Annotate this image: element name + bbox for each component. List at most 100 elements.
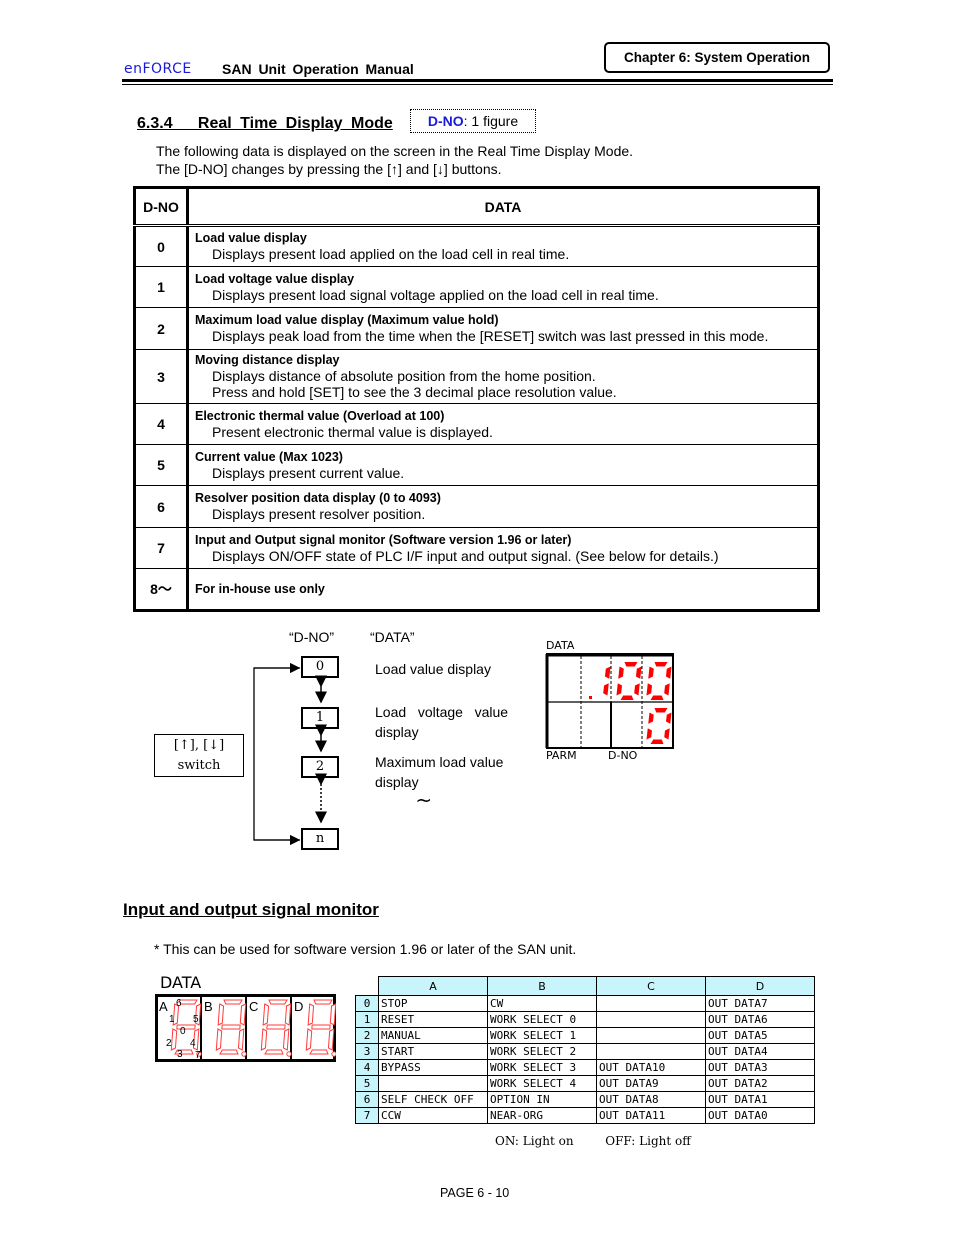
data-cell: Maximum load value display (Maximum valu… — [187, 307, 819, 350]
io-row: 7 CCW NEAR-ORG OUT DATA11 OUT DATA0 — [355, 1107, 815, 1124]
io-bit-number: 1 — [355, 1011, 379, 1028]
io-led-panel: A B C D 61 502 43 7 — [155, 994, 336, 1062]
table-row: 1 Load voltage value display Displays pres… — [134, 266, 819, 308]
segment-g — [266, 1024, 286, 1030]
header-rule — [122, 79, 833, 82]
data-cell: Resolver position data display (0 to 409… — [187, 485, 819, 528]
io-row: 5 WORK SELECT 4 OUT DATA9 OUT DATA2 — [355, 1075, 815, 1092]
io-col-d: D — [705, 976, 815, 996]
table-header-row: D-NO DATA — [134, 187, 819, 227]
segment-a — [313, 999, 333, 1005]
dno-cell: 8〜 — [134, 568, 189, 611]
dno-cell: 0 — [134, 225, 189, 267]
data-cell: Input and Output signal monitor (Softwar… — [187, 527, 819, 569]
io-signal-cell: CW — [487, 995, 597, 1012]
io-signal-cell: START — [378, 1043, 488, 1060]
dno-cell: 4 — [134, 403, 189, 445]
io-signal-cell: WORK SELECT 2 — [487, 1043, 597, 1060]
io-signal-cell: OUT DATA5 — [705, 1027, 815, 1044]
io-signal-cell: BYPASS — [378, 1059, 488, 1076]
dno-cell: 3 — [134, 349, 189, 404]
io-digit-letter: B — [204, 999, 213, 1014]
io-signal-cell: OUT DATA2 — [705, 1075, 815, 1092]
flow-label-0: Load value display — [375, 661, 491, 677]
dno-box-1: 1 — [301, 707, 339, 729]
table-row: 3 Moving distance display Displays distanc… — [134, 349, 819, 404]
dno-box-n: n — [301, 828, 339, 850]
continuation-mark: ≀ — [412, 796, 435, 805]
io-signal-cell: OUT DATA10 — [596, 1059, 706, 1076]
segment-number-label: 2 — [166, 1038, 172, 1049]
dno-figure-badge: D-NO: 1 figure — [410, 109, 536, 133]
io-dot — [331, 1051, 336, 1057]
io-row: 6 SELF CHECK OFF OPTION IN OUT DATA8 OUT DAT… — [355, 1091, 815, 1108]
data-title: Load voltage value display — [195, 271, 355, 286]
led-bottom-left-label: PARM — [546, 749, 577, 762]
data-title: Resolver position data display (0 to 409… — [195, 491, 441, 505]
data-description: Press and hold [SET] to see the 3 decima… — [212, 384, 617, 400]
segment-number-label: 1 — [169, 1014, 175, 1025]
table-row: 6 Resolver position data display (0 to 40… — [134, 485, 819, 528]
io-corner — [355, 976, 379, 996]
io-bit-number: 4 — [355, 1059, 379, 1076]
data-description: Displays present load signal voltage app… — [212, 286, 659, 303]
io-signal-cell — [596, 1011, 706, 1028]
io-dot — [286, 1051, 292, 1057]
io-col-a: A — [378, 976, 488, 996]
table-row: 7 Input and Output signal monitor (Softwa… — [134, 527, 819, 569]
io-digit-letter: D — [294, 999, 303, 1014]
dno-label: D-NO — [427, 113, 464, 129]
io-legend: ON: Light on OFF: Light off — [495, 1134, 691, 1148]
dno-data-table: D-NO DATA 0 Load value display Displays pr… — [133, 186, 820, 612]
segment-number-label: 7 — [195, 1050, 201, 1061]
chapter-badge: Chapter 6: System Operation — [604, 42, 830, 73]
io-signal-cell — [596, 995, 706, 1012]
data-cell: Load value display Displays present load … — [187, 225, 819, 267]
io-signal-cell: WORK SELECT 4 — [487, 1075, 597, 1092]
io-bit-number: 0 — [355, 995, 379, 1012]
table-row: 8〜 For in-house use only — [134, 568, 819, 611]
io-signal-cell: OUT DATA6 — [705, 1011, 815, 1028]
data-description: Displays present current value. — [212, 464, 405, 481]
io-signal-cell — [596, 1027, 706, 1044]
io-signal-cell: WORK SELECT 1 — [487, 1027, 597, 1044]
switch-label-arrows: [↑], [↓] — [173, 738, 225, 753]
io-signal-cell: OUT DATA3 — [705, 1059, 815, 1076]
segment-a — [223, 999, 243, 1005]
io-col-c: C — [596, 976, 706, 996]
io-digit-letter: A — [159, 999, 168, 1014]
switch-label-text: switch — [177, 758, 221, 773]
io-dot — [241, 1051, 247, 1057]
io-signal-cell: RESET — [378, 1011, 488, 1028]
segment-g — [221, 1024, 241, 1030]
table-row: 5 Current value (Max 1023) Displays presen… — [134, 444, 819, 486]
intro-line-2: The [D-NO] changes by pressing the [↑] a… — [156, 161, 502, 177]
io-signal-cell: WORK SELECT 3 — [487, 1059, 597, 1076]
flow-data-heading: “DATA” — [370, 629, 415, 645]
io-signal-cell — [378, 1075, 488, 1092]
io-bit-number: 5 — [355, 1075, 379, 1092]
flow-label-2: Maximum load value display — [375, 754, 504, 790]
io-signal-cell: MANUAL — [378, 1027, 488, 1044]
data-cell: Electronic thermal value (Overload at 10… — [187, 403, 819, 445]
loop-line — [253, 667, 300, 841]
io-signal-cell: OPTION IN — [487, 1091, 597, 1108]
io-signal-cell: OUT DATA4 — [705, 1043, 815, 1060]
legend-off: OFF: Light off — [605, 1134, 691, 1148]
data-title: Load value display — [195, 231, 307, 245]
io-row: 2 MANUAL WORK SELECT 1 OUT DATA5 — [355, 1027, 815, 1044]
data-title: Input and Output signal monitor (Softwar… — [195, 532, 572, 547]
io-row: 4 BYPASS WORK SELECT 3 OUT DATA10 OUT DATA3 — [355, 1059, 815, 1076]
segment-a — [178, 999, 198, 1005]
io-signal-cell: OUT DATA7 — [705, 995, 815, 1012]
led-panel — [545, 653, 674, 749]
legend-on: ON: Light on — [495, 1134, 574, 1148]
dno-suffix: : 1 figure — [463, 113, 519, 129]
data-title: Electronic thermal value (Overload at 10… — [195, 408, 445, 423]
segment-number-label: 5 — [193, 1014, 199, 1025]
data-cell: For in-house use only — [187, 568, 819, 611]
dno-cell: 1 — [134, 266, 189, 308]
data-cell: Current value (Max 1023) Displays present… — [187, 444, 819, 486]
io-signal-cell: OUT DATA8 — [596, 1091, 706, 1108]
intro-line-1: The following data is displayed on the s… — [156, 143, 634, 159]
